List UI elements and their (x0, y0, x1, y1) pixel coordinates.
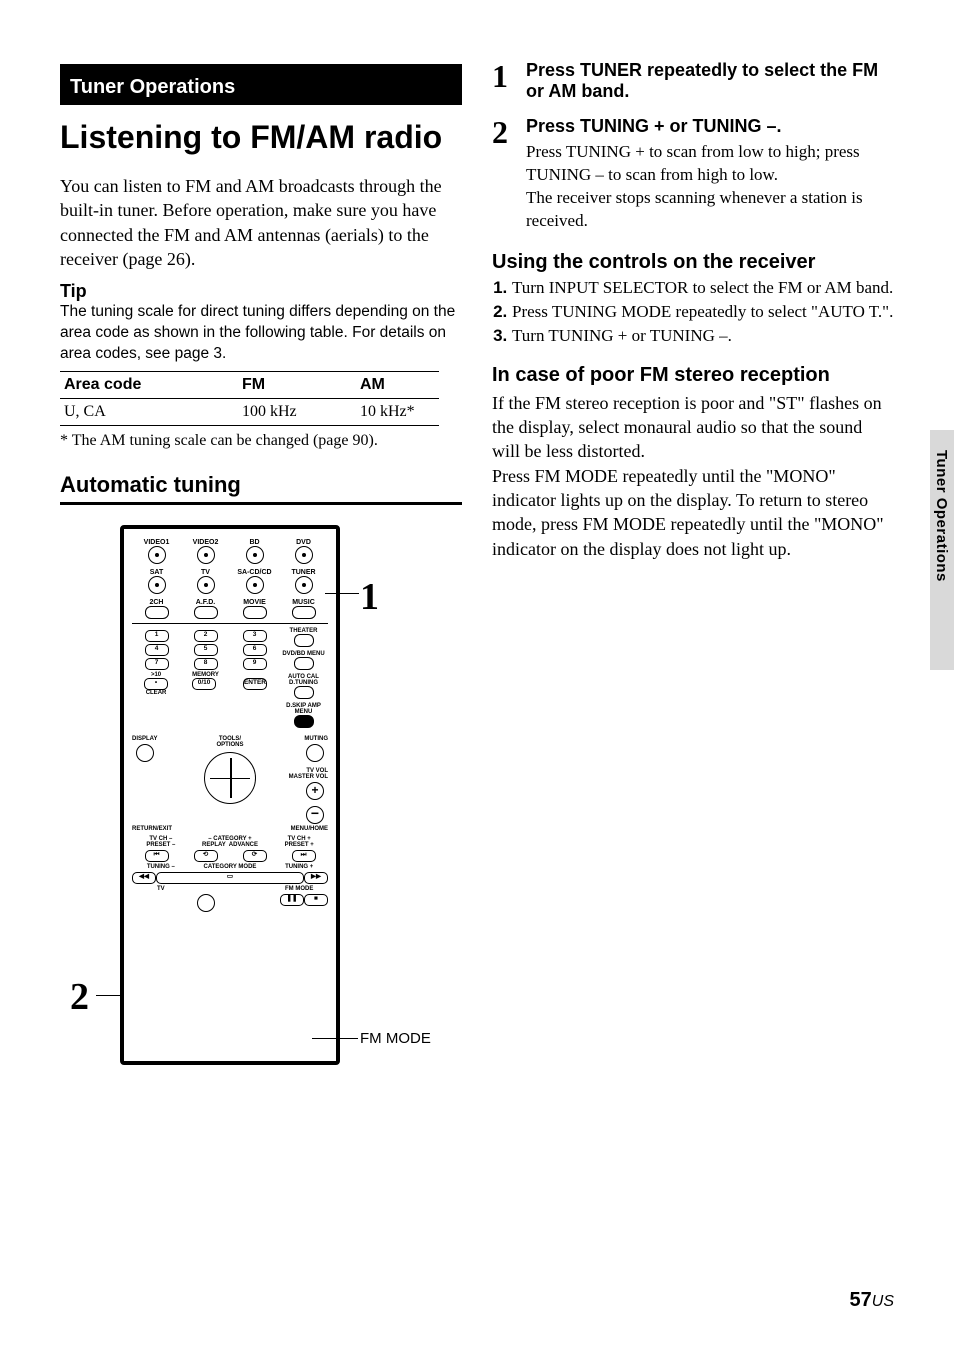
step-2-head: Press TUNING + or TUNING –. (526, 116, 894, 137)
td-am: 10 kHz* (356, 398, 439, 425)
th-area: Area code (60, 371, 238, 398)
controls-step-3: Turn TUNING + or TUNING –. (512, 326, 894, 346)
side-tab-label: Tuner Operations (933, 450, 950, 582)
th-am: AM (356, 371, 439, 398)
step-1-num: 1 (492, 60, 526, 102)
td-fm: 100 kHz (238, 398, 356, 425)
callout-2: 2 (70, 975, 89, 1019)
section-header: Tuner Operations (60, 68, 462, 105)
tip-text: The tuning scale for direct tuning diffe… (60, 302, 462, 365)
th-fm: FM (238, 371, 356, 398)
table-footnote: * The AM tuning scale can be changed (pa… (60, 432, 462, 450)
controls-heading: Using the controls on the receiver (492, 251, 894, 274)
subheading-auto-tuning: Automatic tuning (60, 472, 462, 505)
remote-diagram: VIDEO1 VIDEO2 BD DVD SAT TV SA-CD/CD TUN… (60, 525, 462, 1085)
controls-step-1: Turn INPUT SELECTOR to select the FM or … (512, 278, 894, 298)
page-title: Listening to FM/AM radio (60, 119, 462, 156)
dpad-icon (204, 752, 256, 804)
tip-heading: Tip (60, 281, 462, 302)
step-2-num: 2 (492, 116, 526, 233)
table-row: U, CA 100 kHz 10 kHz* (60, 398, 439, 425)
remote-body: VIDEO1 VIDEO2 BD DVD SAT TV SA-CD/CD TUN… (120, 525, 340, 1065)
td-code: U, CA (60, 398, 238, 425)
step-2-body: Press TUNING + to scan from low to high;… (526, 141, 894, 233)
page-number: 57US (850, 1289, 894, 1312)
controls-step-2: Press TUNING MODE repeatedly to select "… (512, 302, 894, 322)
callout-fm-mode: FM MODE (360, 1030, 431, 1047)
step-1-head: Press TUNER repeatedly to select the FM … (526, 60, 894, 102)
intro-text: You can listen to FM and AM broadcasts t… (60, 174, 462, 271)
poor-reception-heading: In case of poor FM stereo reception (492, 364, 894, 387)
controls-steps: Turn INPUT SELECTOR to select the FM or … (492, 278, 894, 346)
poor-reception-body: If the FM stereo reception is poor and "… (492, 391, 894, 561)
callout-1: 1 (360, 575, 379, 619)
area-code-table: Area code FM AM U, CA 100 kHz 10 kHz* (60, 371, 439, 426)
